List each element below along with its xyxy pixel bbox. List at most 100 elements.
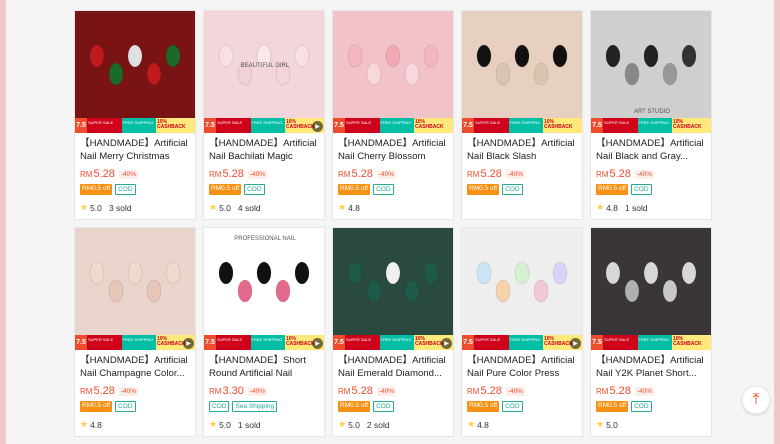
- nail-shape: [385, 44, 401, 68]
- currency: RM: [338, 387, 351, 396]
- image-caption: BEAUTIFUL GIRL: [240, 63, 290, 69]
- product-image[interactable]: 7.5 SUPER SALE FREE SHIPPING 10% CASHBACK: [75, 11, 195, 133]
- play-video-icon[interactable]: ▶: [441, 338, 452, 349]
- nail-shape: [89, 44, 105, 68]
- product-card[interactable]: 7.5 SUPER SALE FREE SHIPPING 10% CASHBACK 【H…: [74, 10, 196, 220]
- play-video-icon[interactable]: ▶: [312, 338, 323, 349]
- cod-badge: COD: [115, 184, 136, 195]
- product-tags: RM0.5 off COD: [338, 401, 448, 412]
- product-tags: RM0.5 off COD: [596, 184, 706, 195]
- promo-banner: 7.5 SUPER SALE FREE SHIPPING 10% CASHBACK: [204, 118, 324, 133]
- rating-value: 5.0: [606, 419, 618, 430]
- promo-banner: 7.5 SUPER SALE FREE SHIPPING 10% CASHBACK: [591, 118, 711, 133]
- nail-illustration: [218, 44, 310, 86]
- rating-value: 5.0: [219, 419, 231, 430]
- promo-cashback: 10% CASHBACK: [672, 118, 711, 133]
- rating-value: 4.8: [348, 202, 360, 213]
- sold-count: 3 sold: [108, 202, 132, 213]
- nail-shape: [127, 261, 143, 285]
- promo-sale: SUPER SALE: [87, 118, 122, 133]
- product-title[interactable]: 【HANDMADE】Artificial Nail Black Slash Di…: [467, 137, 577, 163]
- page-frame-left: [0, 0, 6, 444]
- product-image[interactable]: 7.5 SUPER SALE FREE SHIPPING 10% CASHBACK: [591, 228, 711, 350]
- product-card[interactable]: PROFESSIONAL NAIL 7.5 SUPER SALE FREE SHIPP…: [203, 227, 325, 437]
- product-title[interactable]: 【HANDMADE】Artificial Nail Merry Christma…: [80, 137, 190, 163]
- rating-row: ★ 5.0 1 sold: [209, 419, 319, 430]
- cod-badge: COD: [244, 184, 265, 195]
- product-title[interactable]: 【HANDMADE】Artificial Nail Pure Color Pre…: [467, 354, 577, 380]
- discount-badge: -40%: [505, 386, 526, 396]
- product-tags: RM0.5 off COD: [596, 401, 706, 412]
- star-icon: ★: [80, 419, 89, 429]
- price-row: RM5.28 -40%: [338, 384, 448, 398]
- rating-value: 5.0: [348, 419, 360, 430]
- nail-illustration: [476, 44, 568, 86]
- product-image[interactable]: 7.5 SUPER SALE FREE SHIPPING 10% CASHBACK ▶: [462, 228, 582, 350]
- rating-row: ★ 5.0 4 sold: [209, 202, 319, 213]
- product-card[interactable]: ART STUDIO 7.5 SUPER SALE FREE SHIPPING 10% …: [590, 10, 712, 220]
- product-title[interactable]: 【HANDMADE】Artificial Nail Emerald Diamon…: [338, 354, 448, 380]
- product-image[interactable]: ART STUDIO 7.5 SUPER SALE FREE SHIPPING 10% …: [591, 11, 711, 133]
- nail-shape: [514, 261, 530, 285]
- promo-cashback: 10% CASHBACK: [156, 118, 195, 133]
- nail-illustration: [347, 261, 439, 303]
- nail-illustration: [605, 261, 697, 303]
- nail-shape: [347, 44, 363, 68]
- cod-badge: COD: [631, 184, 652, 195]
- cod-badge: COD: [115, 401, 136, 412]
- price-value: 5.28: [480, 385, 502, 397]
- play-video-icon[interactable]: ▶: [183, 338, 194, 349]
- product-image[interactable]: 7.5 SUPER SALE FREE SHIPPING 10% CASHBACK: [462, 11, 582, 133]
- product-image[interactable]: BEAUTIFUL GIRL 7.5 SUPER SALE FREE SHIPPING…: [204, 11, 324, 133]
- product-price: RM5.28: [596, 168, 631, 180]
- promo-days: 7.5: [75, 335, 87, 350]
- product-title[interactable]: 【HANDMADE】Artificial Nail Y2K Planet Sho…: [596, 354, 706, 380]
- back-to-top-button[interactable]: ⤒: [742, 386, 770, 414]
- product-title[interactable]: 【HANDMADE】Artificial Nail Champagne Colo…: [80, 354, 190, 380]
- product-tags: RM0.5 off COD: [209, 184, 319, 195]
- promo-free-shipping: FREE SHIPPING: [637, 118, 672, 133]
- product-card[interactable]: 7.5 SUPER SALE FREE SHIPPING 10% CASHBACK ▶ 【…: [332, 227, 454, 437]
- promo-free-shipping: FREE SHIPPING: [379, 118, 414, 133]
- promo-free-shipping: FREE SHIPPING: [121, 335, 156, 350]
- promo-sale: SUPER SALE: [345, 335, 380, 350]
- product-image[interactable]: 7.5 SUPER SALE FREE SHIPPING 10% CASHBACK ▶: [333, 228, 453, 350]
- product-image[interactable]: PROFESSIONAL NAIL 7.5 SUPER SALE FREE SHIPP…: [204, 228, 324, 350]
- product-image[interactable]: 7.5 SUPER SALE FREE SHIPPING 10% CASHBACK ▶: [75, 228, 195, 350]
- nail-shape: [108, 279, 124, 303]
- nail-shape: [275, 279, 291, 303]
- voucher-badge: RM0.5 off: [596, 184, 629, 195]
- play-video-icon[interactable]: ▶: [312, 121, 323, 132]
- product-price: RM3.30: [209, 385, 244, 397]
- product-card[interactable]: 7.5 SUPER SALE FREE SHIPPING 10% CASHBACK 【H…: [332, 10, 454, 220]
- product-image[interactable]: 7.5 SUPER SALE FREE SHIPPING 10% CASHBACK: [333, 11, 453, 133]
- product-price: RM5.28: [338, 385, 373, 397]
- promo-sale: SUPER SALE: [474, 335, 509, 350]
- nail-shape: [533, 279, 549, 303]
- product-card[interactable]: 7.5 SUPER SALE FREE SHIPPING 10% CASHBACK 【H…: [461, 10, 583, 220]
- product-title[interactable]: 【HANDMADE】Short Round Artificial Nail Cr…: [209, 354, 319, 380]
- arrow-up-icon: ⤒: [752, 391, 760, 408]
- product-card[interactable]: 7.5 SUPER SALE FREE SHIPPING 10% CASHBACK 【H…: [590, 227, 712, 437]
- star-icon: ★: [209, 419, 218, 429]
- sold-count: 2 sold: [366, 419, 390, 430]
- star-icon: ★: [80, 202, 89, 212]
- price-row: RM5.28 -40%: [467, 384, 577, 398]
- product-title[interactable]: 【HANDMADE】Artificial Nail Black and Gray…: [596, 137, 706, 163]
- promo-sale: SUPER SALE: [603, 118, 638, 133]
- nail-shape: [423, 44, 439, 68]
- price-value: 3.30: [222, 385, 244, 397]
- play-video-icon[interactable]: ▶: [570, 338, 581, 349]
- star-icon: ★: [596, 202, 605, 212]
- nail-shape: [256, 261, 272, 285]
- image-caption: PROFESSIONAL NAIL: [234, 236, 296, 242]
- product-card[interactable]: BEAUTIFUL GIRL 7.5 SUPER SALE FREE SHIPPING…: [203, 10, 325, 220]
- nail-shape: [146, 279, 162, 303]
- product-card[interactable]: 7.5 SUPER SALE FREE SHIPPING 10% CASHBACK ▶ 【…: [74, 227, 196, 437]
- nail-shape: [624, 279, 640, 303]
- product-title[interactable]: 【HANDMADE】Artificial Nail Cherry Blossom…: [338, 137, 448, 163]
- product-card[interactable]: 7.5 SUPER SALE FREE SHIPPING 10% CASHBACK ▶ 【…: [461, 227, 583, 437]
- rating-row: ★ 4.8 1 sold: [596, 202, 706, 213]
- product-title[interactable]: 【HANDMADE】Artificial Nail Bachilati Magi…: [209, 137, 319, 163]
- promo-banner: 7.5 SUPER SALE FREE SHIPPING 10% CASHBACK: [591, 335, 711, 350]
